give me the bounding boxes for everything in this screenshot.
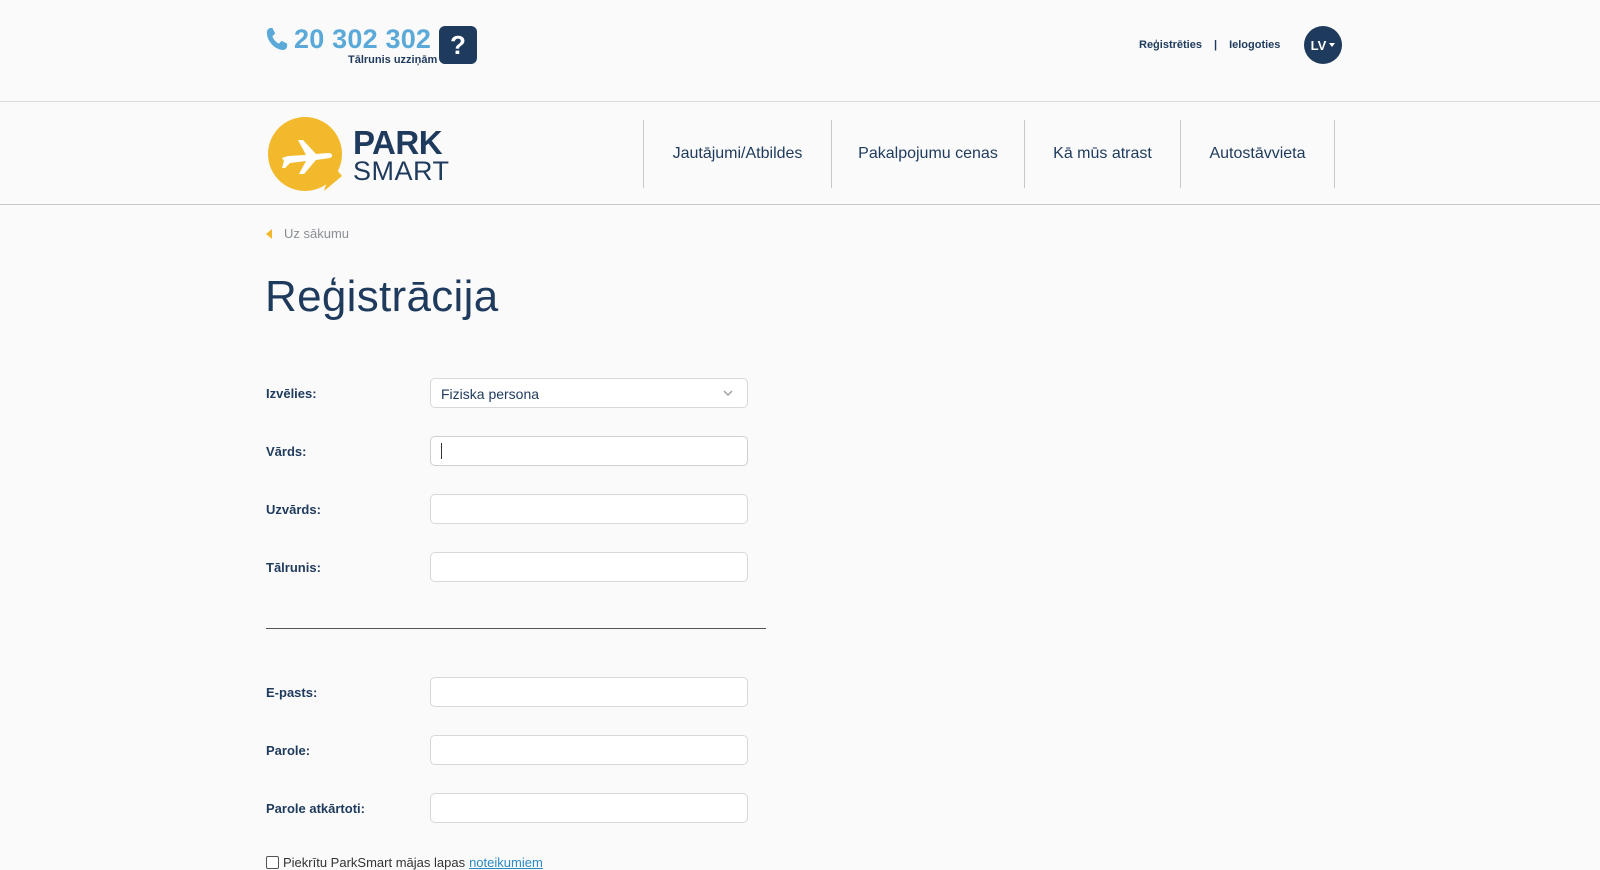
auth-separator: | [1213,39,1218,51]
nav-item-prices[interactable]: Pakalpojumu cenas [832,120,1025,188]
auth-links: Reģistrēties | Ielogoties [1139,39,1280,51]
person-type-row: Izvēlies: Fiziska persona [266,378,748,408]
person-type-label: Izvēlies: [266,386,317,401]
main-nav-bar: PARK SMART Jautājumi/Atbildes Pakalpojum… [0,102,1600,205]
password-label: Parole: [266,743,311,758]
password-repeat-row: Parole atkārtoti: [266,793,748,823]
language-label: LV [1310,37,1327,53]
email-row: E-pasts: [266,677,748,707]
nav-item-parking[interactable]: Autostāvvieta [1181,120,1335,188]
person-type-value: Fiziska persona [441,386,540,402]
last-name-row: Uzvārds: [266,494,748,524]
person-type-select[interactable]: Fiziska persona [430,378,748,408]
last-name-label: Uzvārds: [266,502,321,517]
back-link-label: Uz sākumu [284,226,350,241]
text-cursor [441,443,442,459]
triangle-left-icon [266,228,272,239]
email-label: E-pasts: [266,685,318,700]
phone-label: Tālrunis: [266,560,321,575]
terms-checkbox[interactable] [266,856,279,869]
phone-field[interactable] [430,552,748,582]
help-button[interactable]: ? [439,26,477,64]
first-name-label: Vārds: [266,444,307,459]
login-link[interactable]: Ielogoties [1229,39,1280,51]
password-row: Parole: [266,735,748,765]
nav-item-faq[interactable]: Jautājumi/Atbildes [644,120,832,188]
phone-subtitle: Tālrunis uzziņām [348,54,438,66]
form-divider [266,628,766,629]
logo-text-smart: SMART [353,156,450,186]
password-field[interactable] [430,735,748,765]
phone-number[interactable]: 20 302 302 [294,24,431,55]
first-name-row: Vārds: [266,436,748,466]
language-dropdown[interactable]: LV [1304,26,1342,64]
parksmart-logo[interactable]: PARK SMART [266,116,449,194]
back-to-home-link[interactable]: Uz sākumu [266,226,349,241]
top-bar: 20 302 302 Tālrunis uzziņām ? Reģistrēti… [0,0,1600,102]
first-name-field[interactable] [430,436,748,466]
airplane-logo-icon [268,117,342,191]
terms-link[interactable]: noteikumiem [469,855,543,870]
phone-row: Tālrunis: [266,552,748,582]
last-name-field[interactable] [430,494,748,524]
password-repeat-field[interactable] [430,793,748,823]
email-field[interactable] [430,677,748,707]
nav-menu: Jautājumi/Atbildes Pakalpojumu cenas Kā … [643,120,1335,188]
register-link[interactable]: Reģistrēties [1139,39,1202,51]
phone-icon [266,28,288,50]
nav-item-find-us[interactable]: Kā mūs atrast [1025,120,1181,188]
page-title: Reģistrācija [265,272,499,321]
terms-text: Piekrītu ParkSmart mājas lapas [283,855,466,870]
caret-down-icon [1329,43,1336,47]
chevron-down-icon [723,390,733,397]
password-repeat-label: Parole atkārtoti: [266,801,365,816]
terms-agreement: Piekrītu ParkSmart mājas lapas noteikumi… [266,855,543,870]
